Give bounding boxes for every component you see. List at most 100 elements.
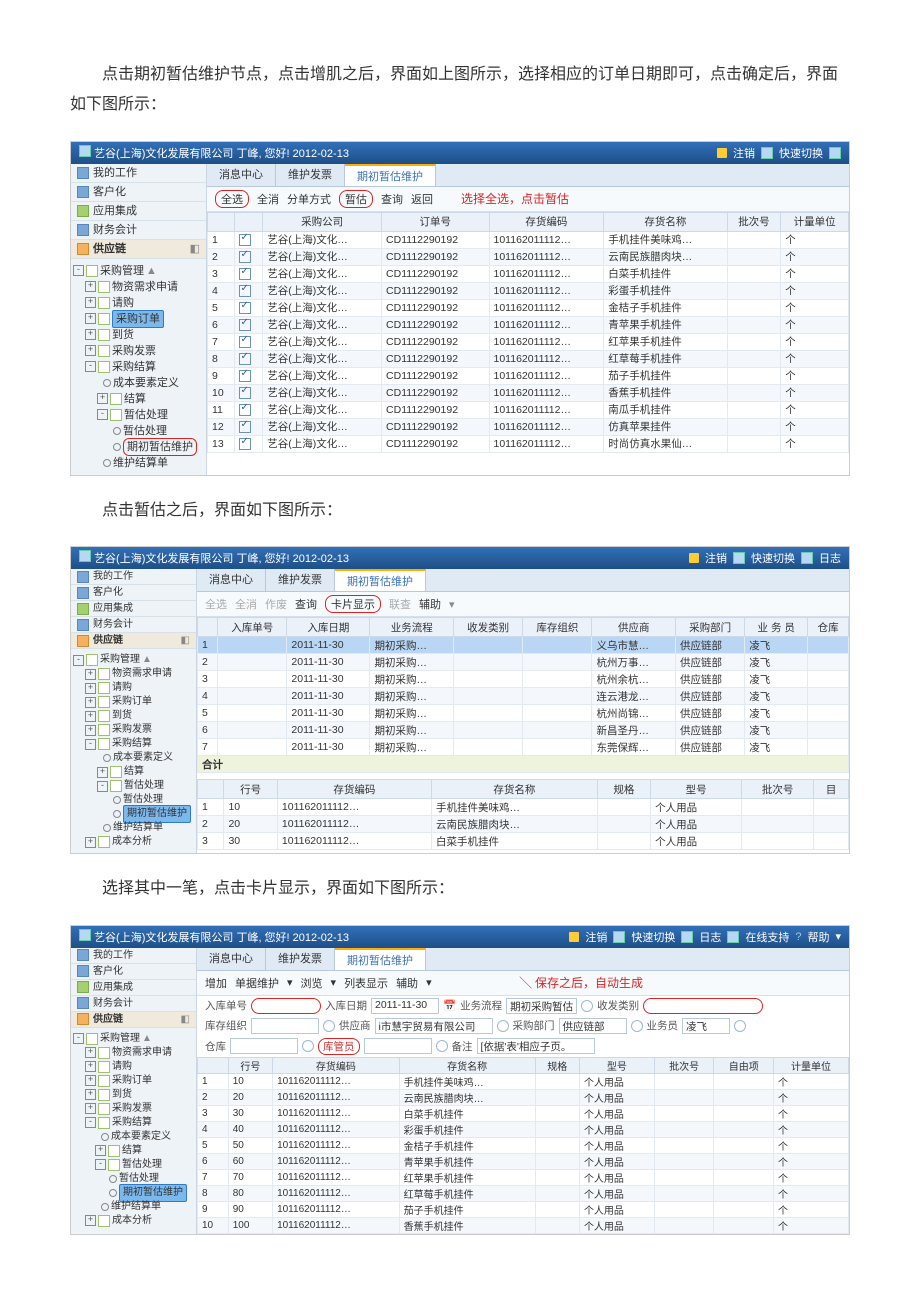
expand-icon[interactable]: - xyxy=(85,739,96,750)
checkbox[interactable] xyxy=(239,421,251,433)
tab-msg[interactable]: 消息中心 xyxy=(207,164,276,186)
input-ck[interactable] xyxy=(230,1038,298,1054)
expand-icon[interactable]: + xyxy=(97,393,108,404)
dropdown-icon[interactable]: ▾ xyxy=(331,976,337,989)
expand-icon[interactable]: + xyxy=(85,297,96,308)
btn-add[interactable]: 增加 xyxy=(205,975,227,991)
search-icon[interactable] xyxy=(497,1020,509,1032)
table-row[interactable]: 330101162011112…白菜手机挂件个人用品个 xyxy=(198,1105,849,1121)
table-row[interactable]: 52011-11-30期初采购…杭州尚锦…供应链部凌飞 xyxy=(198,705,849,722)
nav-supply[interactable]: 供应链 xyxy=(93,240,126,258)
online-link[interactable]: 在线支持 xyxy=(745,929,789,945)
expand-icon[interactable]: + xyxy=(85,837,96,848)
tree-wuzixq[interactable]: 物资需求申请 xyxy=(112,279,178,295)
tree-zgcl2[interactable]: 暂估处理 xyxy=(123,423,167,439)
tree-qinggou[interactable]: 请购 xyxy=(112,295,134,311)
btn-return[interactable]: 返回 xyxy=(411,191,433,207)
nav-client[interactable]: 客户化 xyxy=(93,964,123,979)
checkbox[interactable] xyxy=(239,234,251,246)
nav-finacc[interactable]: 财务会计 xyxy=(93,996,133,1011)
expand-icon[interactable]: + xyxy=(85,711,96,722)
dropdown-icon[interactable]: ▾ xyxy=(287,976,293,989)
table-row[interactable]: 330101162011112…白菜手机挂件个人用品 xyxy=(198,833,849,850)
table-row[interactable]: 440101162011112…彩蛋手机挂件个人用品个 xyxy=(198,1121,849,1137)
table-row[interactable]: 4艺谷(上海)文化…CD1112290192101162011112…彩蛋手机挂… xyxy=(208,282,849,299)
table-row[interactable]: 10艺谷(上海)文化…CD1112290192101162011112…香蕉手机… xyxy=(208,384,849,401)
tab-qczg[interactable]: 期初暂估维护 xyxy=(335,569,426,591)
switch-link[interactable]: 快速切换 xyxy=(631,929,675,945)
search-icon[interactable] xyxy=(323,1020,335,1032)
logout-link[interactable]: 注销 xyxy=(733,145,755,161)
expand-icon[interactable]: + xyxy=(85,313,96,324)
log-icon[interactable] xyxy=(801,552,813,564)
checkbox[interactable] xyxy=(239,387,251,399)
table-row[interactable]: 12011-11-30期初采购…义乌市慧…供应链部凌飞 xyxy=(198,637,849,654)
btn-deselect[interactable]: 全消 xyxy=(257,191,279,207)
expand-icon[interactable]: - xyxy=(97,409,108,420)
input-rkrq[interactable]: 2011-11-30 xyxy=(371,998,439,1014)
pin-icon[interactable]: ◧ xyxy=(181,633,190,648)
tree-qczg[interactable]: 期初暂估维护 xyxy=(123,438,197,456)
btn-browse[interactable]: 浏览 xyxy=(301,975,323,991)
logout-link[interactable]: 注销 xyxy=(585,929,607,945)
table-row[interactable]: 62011-11-30期初采购…新昌圣丹…供应链部凌飞 xyxy=(198,722,849,739)
btn-selectall[interactable]: 全选 xyxy=(205,596,227,612)
logout-link[interactable]: 注销 xyxy=(705,550,727,566)
checkbox[interactable] xyxy=(239,319,251,331)
search-icon[interactable] xyxy=(581,1000,593,1012)
checkbox[interactable] xyxy=(239,285,251,297)
tab-whfp[interactable]: 维护发票 xyxy=(276,164,345,186)
table-row[interactable]: 11艺谷(上海)文化…CD1112290192101162011112…南瓜手机… xyxy=(208,401,849,418)
tree-cbfx[interactable]: 成本分析 xyxy=(112,1213,152,1229)
table-row[interactable]: 5艺谷(上海)文化…CD1112290192101162011112…金桔子手机… xyxy=(208,299,849,316)
table-row[interactable]: 2艺谷(上海)文化…CD1112290192101162011112…云南民族腊… xyxy=(208,248,849,265)
nav-mywork[interactable]: 我的工作 xyxy=(93,164,137,182)
input-sflb[interactable] xyxy=(643,998,763,1014)
dropdown-icon[interactable]: ▾ xyxy=(449,598,455,611)
table-row[interactable]: 22011-11-30期初采购…杭州万事…供应链部凌飞 xyxy=(198,654,849,671)
table-row[interactable]: 770101162011112…红苹果手机挂件个人用品个 xyxy=(198,1169,849,1185)
btn-query[interactable]: 查询 xyxy=(381,191,403,207)
nav-client[interactable]: 客户化 xyxy=(93,183,126,201)
table-row[interactable]: 220101162011112…云南民族腊肉块…个人用品 xyxy=(198,816,849,833)
tab-qczg[interactable]: 期初暂估维护 xyxy=(335,948,426,970)
input-gys[interactable]: i市慧宇贸易有限公司 xyxy=(375,1018,493,1034)
input-kczz[interactable] xyxy=(251,1018,319,1034)
table-row[interactable]: 72011-11-30期初采购…东莞保辉…供应链部凌飞 xyxy=(198,739,849,756)
input-rkdh[interactable] xyxy=(251,998,321,1014)
expand-icon[interactable]: + xyxy=(85,1215,96,1226)
tab-qczg[interactable]: 期初暂估维护 xyxy=(345,164,436,186)
tab-msg[interactable]: 消息中心 xyxy=(197,948,266,970)
search-icon[interactable] xyxy=(436,1040,448,1052)
input-ywlc[interactable]: 期初采购暂估 xyxy=(506,998,577,1014)
tree-whjsd[interactable]: 维护结算单 xyxy=(113,455,168,471)
table-row[interactable]: 6艺谷(上海)文化…CD1112290192101162011112…青苹果手机… xyxy=(208,316,849,333)
table-row[interactable]: 9艺谷(上海)文化…CD1112290192101162011112…茄子手机挂… xyxy=(208,367,849,384)
expand-icon[interactable]: - xyxy=(95,1159,106,1170)
nav-finacc[interactable]: 财务会计 xyxy=(93,617,133,632)
search-icon[interactable] xyxy=(734,1020,746,1032)
tree-cbfx[interactable]: 成本分析 xyxy=(112,834,152,850)
checkbox[interactable] xyxy=(239,353,251,365)
btn-void[interactable]: 作废 xyxy=(265,596,287,612)
btn-zangu[interactable]: 暂估 xyxy=(339,190,373,208)
expand-icon[interactable]: - xyxy=(73,655,84,666)
expand-icon[interactable]: + xyxy=(85,329,96,340)
input-bz[interactable]: [依据'表'相应子页。 xyxy=(477,1038,595,1054)
table-row[interactable]: 550101162011112…金桔子手机挂件个人用品个 xyxy=(198,1137,849,1153)
table-row[interactable]: 42011-11-30期初采购…连云港龙…供应链部凌飞 xyxy=(198,688,849,705)
expand-icon[interactable]: + xyxy=(85,1061,96,1072)
btn-cardview[interactable]: 卡片显示 xyxy=(325,595,381,613)
expand-icon[interactable]: + xyxy=(97,767,108,778)
btn-deselect[interactable]: 全消 xyxy=(235,596,257,612)
expand-icon[interactable]: + xyxy=(85,1047,96,1058)
dropdown-icon[interactable]: ▾ xyxy=(426,976,432,989)
btn-selectall[interactable]: 全选 xyxy=(215,190,249,208)
checkbox[interactable] xyxy=(239,336,251,348)
input-khy[interactable] xyxy=(364,1038,432,1054)
expand-icon[interactable]: - xyxy=(85,1117,96,1128)
input-ywy[interactable]: 凌飞 xyxy=(682,1018,730,1034)
switch-link[interactable]: 快速切换 xyxy=(779,145,823,161)
btn-assist[interactable]: 辅助 xyxy=(419,596,441,612)
tree-caigoufp[interactable]: 采购发票 xyxy=(112,343,156,359)
